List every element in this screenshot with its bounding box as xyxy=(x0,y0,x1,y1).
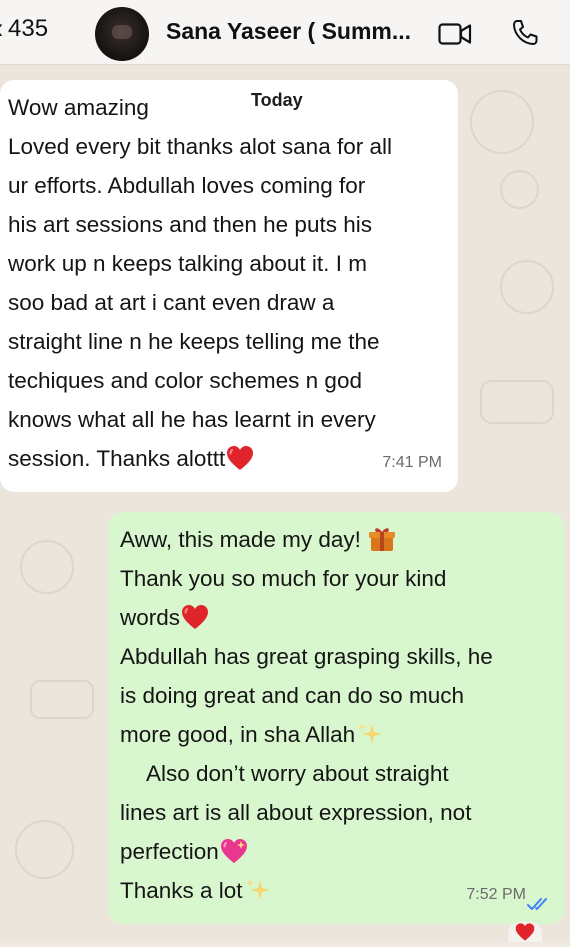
unread-count: 435 xyxy=(8,15,49,42)
back-button[interactable]: ‹ 435 xyxy=(0,14,48,44)
message-line: Aww, this made my day! xyxy=(120,520,556,559)
avatar[interactable] xyxy=(95,7,149,61)
message-time: 7:52 PM xyxy=(466,886,526,903)
message-line: Thank you so much for your kind xyxy=(120,566,447,591)
wallpaper-doodle xyxy=(20,540,74,594)
message-line: work up n keeps talking about it. I m xyxy=(8,251,367,276)
read-receipt-icon xyxy=(527,898,547,910)
message-line: lines art is all about expression, not xyxy=(120,800,472,825)
gift-icon xyxy=(369,528,396,552)
sparkles-icon xyxy=(244,878,270,901)
outgoing-message[interactable]: Aww, this made my day! Thank you so much… xyxy=(108,512,564,924)
incoming-message[interactable]: Wow amazing Loved every bit thanks alot … xyxy=(0,80,458,492)
message-line: Abdullah has great grasping skills, he xyxy=(120,644,493,669)
message-text: session. Thanks alottt xyxy=(8,446,226,471)
message-line: techiques and color schemes n god xyxy=(8,368,362,393)
date-separator: Today xyxy=(251,90,303,110)
message-line: Wow amazing xyxy=(8,95,149,120)
wallpaper-doodle xyxy=(480,380,554,424)
message-text: perfection xyxy=(120,839,219,864)
message-text: words xyxy=(120,605,181,630)
heart-icon xyxy=(182,605,209,630)
message-line: straight line n he keeps telling me the xyxy=(8,329,380,354)
message-line: words xyxy=(120,598,556,637)
message-line: more good, in sha Allah xyxy=(120,715,556,754)
sparkling-heart-icon xyxy=(220,839,247,864)
message-time: 7:41 PM xyxy=(382,454,442,471)
message-line: knows what all he has learnt in every xyxy=(8,407,376,432)
sparkles-icon xyxy=(357,722,383,745)
wallpaper-doodle xyxy=(500,170,539,209)
message-line: his art sessions and then he puts his xyxy=(8,212,372,237)
wallpaper-doodle xyxy=(470,90,534,154)
message-reaction[interactable] xyxy=(508,922,542,942)
wallpaper-doodle xyxy=(30,680,94,719)
message-line: is doing great and can do so much xyxy=(120,683,464,708)
contact-name[interactable]: Sana Yaseer ( Summ... xyxy=(166,18,411,45)
phone-icon[interactable] xyxy=(510,18,540,48)
heart-icon xyxy=(227,446,254,471)
chevron-left-icon: ‹ xyxy=(0,14,3,44)
message-line: Loved every bit thanks alot sana for all xyxy=(8,134,392,159)
heart-icon xyxy=(515,923,535,941)
wallpaper-doodle xyxy=(15,820,74,879)
chat-header: ‹ 435 Sana Yaseer ( Summ... xyxy=(0,0,570,65)
message-text: more good, in sha Allah xyxy=(120,722,356,747)
message-line: soo bad at art i cant even draw a xyxy=(8,290,335,315)
avatar-image xyxy=(112,25,132,39)
message-text: Thanks a lot xyxy=(120,878,243,903)
message-line: ur efforts. Abdullah loves coming for xyxy=(8,173,366,198)
wallpaper-doodle xyxy=(500,260,554,314)
message-text: Aww, this made my day! xyxy=(120,527,361,552)
message-line: Also don’t worry about straight xyxy=(146,761,449,786)
message-line: perfection xyxy=(120,832,556,871)
video-camera-icon[interactable] xyxy=(438,22,472,46)
